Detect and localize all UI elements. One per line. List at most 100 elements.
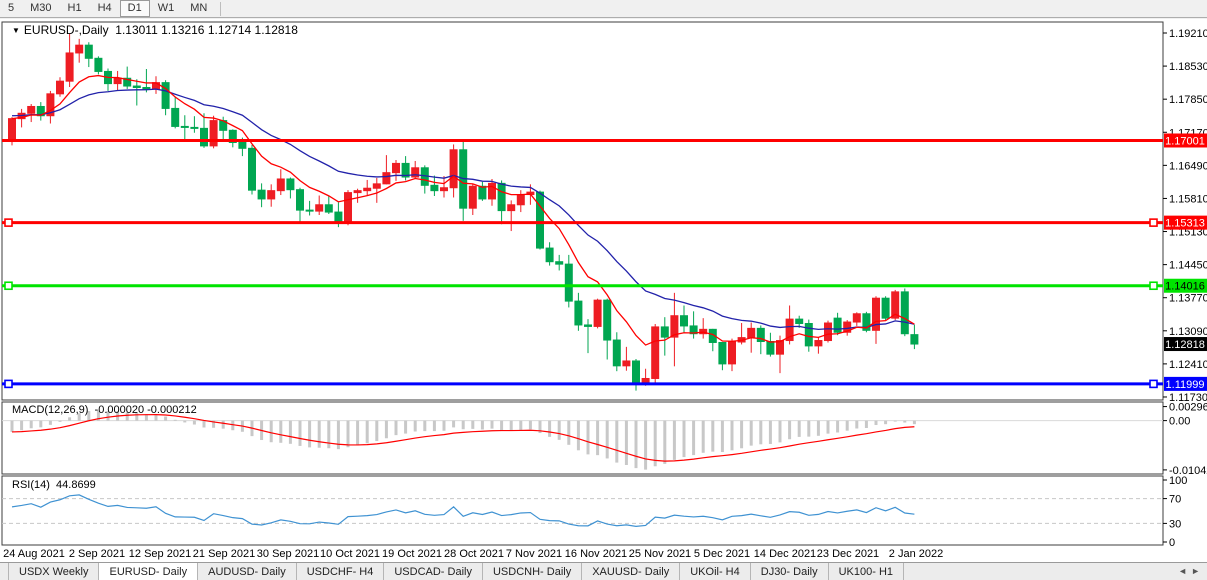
symbol-tab-uk100-h1[interactable]: UK100- H1 — [829, 563, 904, 580]
macd-histogram-bar — [683, 421, 686, 457]
candle — [719, 342, 726, 363]
symbol-tab-usdcad-daily[interactable]: USDCAD- Daily — [384, 563, 483, 580]
candle — [882, 298, 889, 318]
macd-histogram-bar — [491, 421, 494, 429]
symbol-tab-ukoil-h4[interactable]: UKOil- H4 — [680, 563, 751, 580]
macd-histogram-bar — [788, 421, 791, 440]
candle — [546, 248, 553, 262]
price-badge-label: 1.12818 — [1165, 339, 1205, 351]
candle — [901, 292, 908, 334]
price-axis-label: 1.19210 — [1169, 28, 1207, 40]
macd-histogram-bar — [395, 421, 398, 436]
rsi-axis-label: 70 — [1169, 494, 1181, 506]
candle — [85, 45, 92, 58]
price-axis-label: 1.16490 — [1169, 160, 1207, 172]
macd-histogram-bar — [347, 421, 350, 448]
chart-canvas[interactable]: 1.192101.185301.178501.171701.164901.158… — [0, 0, 1207, 580]
price-panel[interactable] — [2, 22, 1163, 400]
candle — [825, 323, 832, 341]
candle — [325, 205, 332, 212]
candle — [565, 264, 572, 301]
date-axis-label: 25 Nov 2021 — [629, 548, 691, 560]
price-axis-label: 1.13770 — [1169, 293, 1207, 305]
macd-histogram-bar — [894, 421, 897, 422]
chart-title: ▼ EURUSD-,Daily 1.13011 1.13216 1.12714 1… — [12, 23, 298, 37]
macd-histogram-bar — [865, 421, 868, 428]
macd-histogram-bar — [39, 421, 42, 428]
candle — [95, 58, 102, 71]
tabbar-scroll-arrows-icon[interactable]: ◄► — [1178, 566, 1204, 576]
candle — [28, 106, 35, 113]
macd-histogram-bar — [769, 421, 772, 444]
macd-histogram-bar — [318, 421, 321, 448]
macd-histogram-bar — [692, 421, 695, 455]
rsi-indicator-label: RSI(14) 44.8699 — [12, 479, 96, 491]
symbol-tab-usdx-weekly[interactable]: USDX Weekly — [8, 563, 99, 580]
macd-histogram-bar — [375, 421, 378, 441]
macd-histogram-bar — [471, 421, 474, 429]
level-handle-left[interactable] — [5, 380, 12, 387]
macd-histogram-bar — [414, 421, 417, 432]
macd-histogram-bar — [308, 421, 311, 448]
level-handle-right[interactable] — [1150, 219, 1157, 226]
date-axis-label: 5 Dec 2021 — [694, 548, 750, 560]
rsi-axis-label: 30 — [1169, 518, 1181, 530]
candle — [201, 128, 208, 146]
macd-histogram-bar — [11, 421, 14, 432]
candle — [297, 190, 304, 210]
macd-histogram-bar — [203, 421, 206, 428]
level-handle-right[interactable] — [1150, 380, 1157, 387]
symbol-tab-eurusd-daily[interactable]: EURUSD- Daily — [99, 563, 198, 580]
macd-histogram-bar — [567, 421, 570, 445]
candle — [316, 205, 323, 211]
macd-histogram-bar — [721, 421, 724, 452]
macd-histogram-bar — [654, 421, 657, 467]
symbol-tab-audusd-daily[interactable]: AUDUSD- Daily — [198, 563, 297, 580]
date-axis-label: 7 Nov 2021 — [506, 548, 562, 560]
macd-histogram-bar — [577, 421, 580, 451]
macd-name: MACD(12,26,9) — [12, 404, 88, 416]
candle — [469, 186, 476, 208]
chart-title-ohlc: 1.13011 1.13216 1.12714 1.12818 — [115, 23, 298, 37]
date-axis-label: 28 Oct 2021 — [444, 548, 504, 560]
chart-title-symbol: EURUSD-,Daily — [24, 23, 109, 37]
macd-histogram-bar — [587, 421, 590, 455]
candle — [287, 179, 294, 190]
symbol-tab-usdcnh-daily[interactable]: USDCNH- Daily — [483, 563, 582, 580]
macd-histogram-bar — [827, 421, 830, 434]
rsi-value: 44.8699 — [56, 479, 96, 491]
price-axis-label: 1.14450 — [1169, 260, 1207, 272]
macd-histogram-bar — [385, 421, 388, 439]
symbol-tab-xauusd-daily[interactable]: XAUUSD- Daily — [582, 563, 680, 580]
date-axis-label: 23 Dec 2021 — [817, 548, 879, 560]
macd-histogram-bar — [807, 421, 810, 437]
level-handle-left[interactable] — [5, 219, 12, 226]
candle — [364, 188, 371, 190]
candle — [258, 190, 265, 199]
candle — [9, 119, 16, 142]
macd-histogram-bar — [423, 421, 426, 432]
level-handle-left[interactable] — [5, 282, 12, 289]
rsi-panel[interactable] — [2, 476, 1163, 545]
candle — [450, 150, 457, 188]
candle — [172, 108, 179, 126]
macd-histogram-bar — [49, 421, 52, 425]
candle — [66, 53, 73, 81]
dropdown-triangle-icon[interactable]: ▼ — [12, 26, 20, 35]
level-handle-right[interactable] — [1150, 282, 1157, 289]
macd-histogram-bar — [279, 421, 282, 443]
macd-histogram-bar — [433, 421, 436, 431]
macd-histogram-bar — [635, 421, 638, 469]
macd-histogram-bar — [174, 420, 177, 421]
rsi-name: RSI(14) — [12, 479, 50, 491]
candle — [76, 45, 83, 53]
macd-histogram-bar — [759, 421, 762, 445]
candle — [604, 300, 611, 340]
macd-histogram-bar — [404, 421, 407, 434]
symbol-tab-usdchf-h4[interactable]: USDCHF- H4 — [297, 563, 385, 580]
macd-histogram-bar — [606, 421, 609, 459]
price-badge-label: 1.15313 — [1165, 218, 1205, 230]
candle — [594, 300, 601, 326]
macd-values: -0.000020 -0.000212 — [95, 404, 197, 416]
symbol-tab-dj30-daily[interactable]: DJ30- Daily — [751, 563, 829, 580]
